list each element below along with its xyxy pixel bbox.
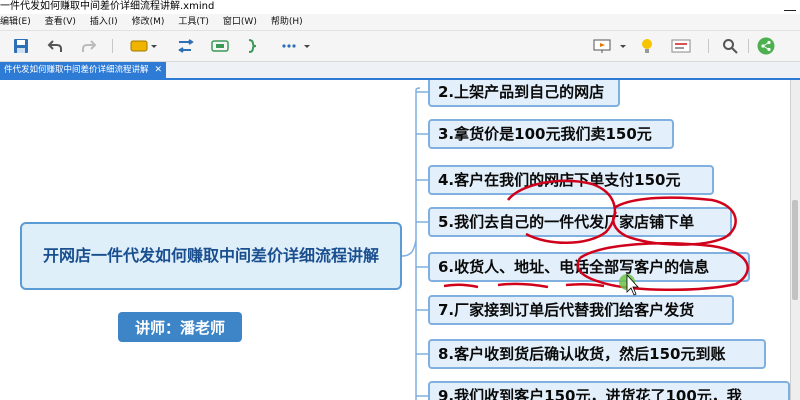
search-icon[interactable] bbox=[720, 37, 740, 55]
outline-icon[interactable] bbox=[670, 37, 692, 55]
menu-window[interactable]: 窗口(W) bbox=[223, 14, 257, 30]
toolbar-separator bbox=[748, 39, 749, 53]
lightbulb-icon[interactable] bbox=[638, 37, 656, 55]
save-icon[interactable] bbox=[12, 37, 30, 55]
menu-help[interactable]: 帮助(H) bbox=[271, 14, 303, 30]
title-bar: 一件代发如何赚取中间差价详细流程讲解.xmind bbox=[0, 0, 800, 14]
window-title: 一件代发如何赚取中间差价详细流程讲解.xmind bbox=[0, 1, 215, 12]
boundary-icon[interactable] bbox=[210, 37, 230, 55]
topic-style-icon[interactable] bbox=[130, 37, 158, 55]
share-icon[interactable] bbox=[756, 37, 776, 55]
more-icon[interactable] bbox=[280, 37, 310, 55]
tab-label: 件代发如何赚取中间差价详细流程讲解 bbox=[4, 65, 149, 75]
summary-icon[interactable] bbox=[244, 37, 264, 55]
scrollbar-thumb[interactable] bbox=[792, 200, 798, 300]
redo-icon[interactable] bbox=[80, 37, 98, 55]
toolbar bbox=[0, 31, 800, 62]
vertical-scrollbar[interactable] bbox=[790, 80, 800, 400]
menu-insert[interactable]: 插入(I) bbox=[90, 14, 118, 30]
menu-edit[interactable]: 编辑(E) bbox=[0, 14, 31, 30]
mindmap-canvas[interactable]: 开网店一件代发如何赚取中间差价详细流程讲解 讲师：潘老师 2.上架产品到自己的网… bbox=[0, 80, 800, 400]
tab-document[interactable]: 件代发如何赚取中间差价详细流程讲解 ✕ bbox=[0, 62, 167, 78]
relationship-icon[interactable] bbox=[176, 37, 196, 55]
close-icon[interactable]: ✕ bbox=[155, 65, 163, 75]
menu-view[interactable]: 查看(V) bbox=[45, 14, 76, 30]
toolbar-separator bbox=[708, 39, 709, 53]
menu-tools[interactable]: 工具(T) bbox=[178, 14, 209, 30]
presentation-icon[interactable] bbox=[592, 37, 628, 55]
menu-modify[interactable]: 修改(M) bbox=[132, 14, 165, 30]
undo-icon[interactable] bbox=[46, 37, 64, 55]
toolbar-separator bbox=[112, 39, 113, 53]
minimize-icon[interactable] bbox=[784, 2, 796, 11]
menu-bar: 编辑(E) 查看(V) 插入(I) 修改(M) 工具(T) 窗口(W) 帮助(H) bbox=[0, 14, 800, 31]
tab-strip: 件代发如何赚取中间差价详细流程讲解 ✕ bbox=[0, 62, 800, 80]
annotation-marks bbox=[443, 179, 749, 296]
